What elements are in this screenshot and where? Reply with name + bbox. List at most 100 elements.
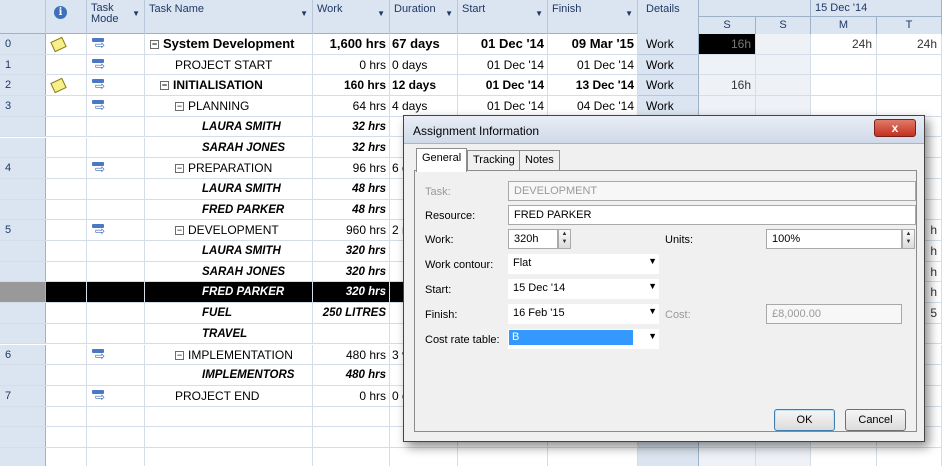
task-mode-cell[interactable] (87, 54, 145, 75)
timescale-cell[interactable] (756, 34, 811, 55)
work-cell[interactable]: 320 hrs (313, 261, 390, 282)
timescale-cell[interactable] (811, 448, 877, 466)
task-name-cell[interactable]: LAURA SMITH (145, 178, 313, 199)
task-mode-column-header[interactable]: Task Mode ▼ (87, 0, 145, 34)
timescale-cell[interactable] (699, 54, 756, 76)
timescale-cell[interactable] (699, 448, 756, 466)
finish-cell[interactable]: 09 Mar '15 (548, 34, 638, 54)
table-row[interactable] (0, 448, 638, 466)
task-mode-cell[interactable] (87, 241, 145, 261)
work-cell[interactable]: 32 hrs (313, 137, 390, 158)
work-cell[interactable] (313, 427, 390, 447)
timescale-cell[interactable] (756, 448, 811, 466)
row-id[interactable] (0, 116, 46, 137)
task-name-cell[interactable]: FUEL (145, 303, 313, 323)
start-cell[interactable]: 01 Dec '14 (458, 34, 548, 54)
start-cell[interactable]: 01 Dec '14 (458, 96, 548, 116)
work-cell[interactable]: 480 hrs (313, 344, 390, 365)
chevron-down-icon[interactable]: ▼ (648, 256, 657, 266)
work-cell[interactable]: 96 hrs (313, 158, 390, 178)
work-cell[interactable]: 320 hrs (313, 282, 390, 303)
task-name-cell[interactable]: − INITIALISATION (145, 75, 313, 96)
row-id[interactable] (0, 303, 46, 323)
chevron-down-icon[interactable]: ▼ (648, 331, 657, 341)
work-cell[interactable]: 250 LITRES (313, 303, 390, 323)
timescale-cell[interactable] (877, 448, 942, 466)
ok-button[interactable]: OK (774, 409, 835, 431)
task-mode-cell[interactable] (87, 178, 145, 199)
row-id[interactable] (0, 365, 46, 385)
chevron-down-icon[interactable]: ▼ (377, 9, 385, 18)
task-name-cell[interactable]: − PLANNING (145, 96, 313, 116)
timescale-cell[interactable] (877, 96, 942, 117)
work-column-header[interactable]: Work ▼ (313, 0, 390, 34)
collapse-toggle-icon[interactable]: − (150, 40, 159, 49)
row-id[interactable]: 0 (0, 34, 46, 54)
task-name-cell[interactable] (145, 448, 313, 466)
work-cell[interactable]: 0 hrs (313, 54, 390, 75)
work-cell[interactable]: 1,600 hrs (313, 34, 390, 54)
work-cell[interactable]: 960 hrs (313, 220, 390, 240)
start-cell[interactable] (458, 448, 548, 466)
finish-cell[interactable]: 04 Dec '14 (548, 96, 638, 116)
duration-column-header[interactable]: Duration ▼ (390, 0, 458, 34)
start-cell[interactable]: 01 Dec '14 (458, 75, 548, 96)
units-spinner[interactable]: ▲ ▼ (902, 229, 915, 249)
work-cell[interactable] (313, 406, 390, 427)
chevron-down-icon[interactable]: ▼ (445, 9, 453, 18)
units-field[interactable]: 100% (766, 229, 902, 249)
timescale-cell[interactable]: 24h (877, 34, 942, 55)
row-id[interactable]: 4 (0, 158, 46, 178)
timescale-cell[interactable]: 16h (699, 75, 756, 97)
task-name-cell[interactable]: PROJECT START (145, 54, 313, 75)
timescale-cell[interactable] (811, 75, 877, 97)
duration-cell[interactable]: 0 days (390, 54, 458, 75)
task-mode-cell[interactable] (87, 96, 145, 116)
timescale-cell[interactable] (699, 96, 756, 117)
note-icon[interactable] (50, 36, 67, 53)
timescale-cell[interactable] (756, 96, 811, 117)
timescale-cell[interactable] (877, 75, 942, 97)
task-name-cell[interactable]: FRED PARKER (145, 199, 313, 220)
duration-cell[interactable]: 4 days (390, 96, 458, 116)
work-contour-select[interactable]: Flat ▼ (508, 254, 659, 274)
row-id[interactable] (0, 282, 46, 303)
task-name-cell[interactable]: LAURA SMITH (145, 241, 313, 261)
collapse-toggle-icon[interactable]: − (175, 350, 184, 360)
task-mode-cell[interactable] (87, 137, 145, 158)
task-name-cell[interactable]: LAURA SMITH (145, 116, 313, 137)
task-name-cell[interactable]: PROJECT END (145, 385, 313, 406)
cost-rate-table-select[interactable]: B ▼ (508, 329, 659, 349)
table-row[interactable]: 0−System Development1,600 hrs67 days01 D… (0, 34, 638, 55)
work-cell[interactable]: 32 hrs (313, 116, 390, 137)
collapse-toggle-icon[interactable]: − (160, 81, 169, 91)
indicators-column-header[interactable]: i (46, 0, 87, 34)
finish-date-picker[interactable]: 16 Feb '15 ▼ (508, 304, 659, 324)
table-row[interactable]: 3−PLANNING64 hrs4 days01 Dec '1404 Dec '… (0, 96, 638, 117)
duration-cell[interactable]: 67 days (390, 34, 458, 54)
work-cell[interactable]: 160 hrs (313, 75, 390, 96)
task-mode-cell[interactable] (87, 344, 145, 365)
duration-cell[interactable]: 12 days (390, 75, 458, 96)
work-cell[interactable]: 48 hrs (313, 199, 390, 220)
table-row[interactable]: 1PROJECT START0 hrs0 days01 Dec '1401 De… (0, 54, 638, 76)
task-mode-cell[interactable] (87, 220, 145, 240)
task-name-cell[interactable] (145, 427, 313, 447)
row-id[interactable] (0, 323, 46, 344)
work-cell[interactable]: 64 hrs (313, 96, 390, 116)
timescale-cell[interactable] (756, 54, 811, 76)
cancel-button[interactable]: Cancel (845, 409, 906, 431)
start-date-picker[interactable]: 15 Dec '14 ▼ (508, 279, 659, 299)
task-mode-cell[interactable] (87, 448, 145, 466)
tab-general[interactable]: General (416, 148, 468, 172)
task-name-cell[interactable]: SARAH JONES (145, 137, 313, 158)
collapse-toggle-icon[interactable]: − (175, 164, 184, 174)
task-name-cell[interactable]: − IMPLEMENTATION (145, 344, 313, 365)
row-id[interactable] (0, 241, 46, 261)
task-mode-cell[interactable] (87, 303, 145, 323)
select-all-corner[interactable] (0, 0, 46, 34)
timescale-cell[interactable] (811, 96, 877, 117)
work-cell[interactable] (313, 448, 390, 466)
tab-tracking[interactable]: Tracking (467, 150, 521, 171)
row-id[interactable]: 6 (0, 344, 46, 365)
